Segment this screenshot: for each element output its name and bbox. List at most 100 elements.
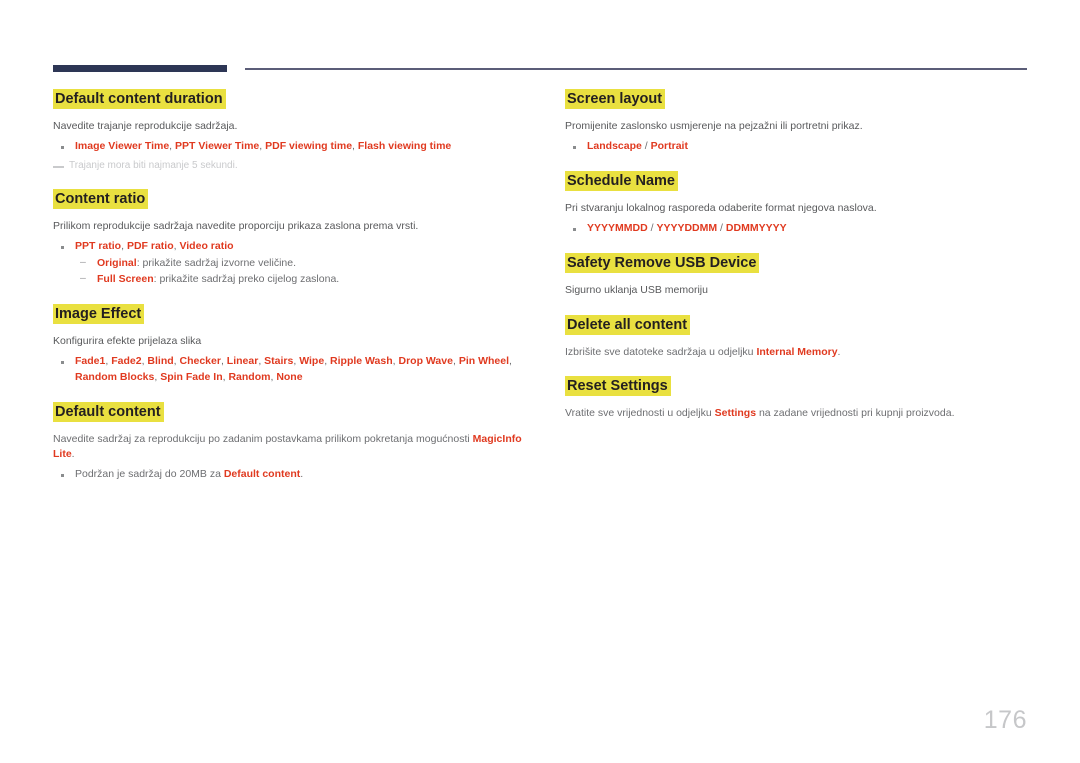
text-run: . — [837, 345, 841, 358]
keyword-term: Pin Wheel — [458, 355, 509, 368]
text-run: : prikažite sadržaj preko cijelog zaslon… — [153, 272, 340, 285]
keyword-term: Image Viewer Time — [75, 140, 170, 153]
text-run: Izbrišite sve datoteke sadržaja u odjelj… — [565, 345, 757, 358]
doc-section: Default content duration Navedite trajanj… — [53, 89, 523, 173]
text-run: / — [717, 222, 726, 235]
doc-section: Screen layout Promijenite zaslonsko usmje… — [565, 89, 1031, 155]
keyword-term: YYYYDDMM — [656, 222, 718, 235]
section-heading-highlight: Schedule Name — [565, 171, 678, 192]
keyword-term: Flash viewing time — [357, 140, 452, 153]
text-run: , — [509, 355, 512, 368]
list-item: Fade1, Fade2, Blind, Checker, Linear, St… — [53, 354, 523, 386]
keyword-term: Default content — [223, 468, 301, 481]
section-heading: Delete all content — [565, 314, 1031, 335]
section-heading-highlight: Default content — [53, 401, 164, 422]
section-heading: Content ratio — [53, 189, 523, 210]
keyword-term: Spin Fade In — [160, 370, 223, 383]
left-column: Default content duration Navedite trajanj… — [53, 89, 523, 500]
section-heading: Image Effect — [53, 303, 523, 324]
keyword-term: Drop Wave — [398, 355, 453, 368]
section-body-text: Sigurno uklanja USB memoriju — [565, 284, 708, 297]
keyword-term: PDF ratio — [126, 240, 174, 253]
text-run: : prikažite sadržaj izvorne veličine. — [136, 257, 297, 270]
doc-section: Content ratio Prilikom reprodukcije sadrž… — [53, 189, 523, 288]
list-item: Podržan je sadržaj do 20MB za Default co… — [53, 467, 523, 483]
bullet-list: Fade1, Fade2, Blind, Checker, Linear, St… — [53, 354, 523, 386]
sub-bullet-list: Original: prikažite sadržaj izvorne veli… — [75, 255, 523, 288]
section-note: Trajanje mora biti najmanje 5 sekundi. — [53, 159, 523, 173]
text-run: Vratite sve vrijednosti u odjeljku — [565, 407, 715, 419]
text-run: na zadane vrijednosti pri kupnji proizvo… — [756, 407, 955, 419]
keyword-term: YYYYMMDD — [587, 222, 648, 235]
keyword-term: Stairs — [264, 355, 294, 368]
section-heading: Default content — [53, 401, 523, 422]
section-heading-highlight: Content ratio — [53, 189, 149, 210]
doc-section: Schedule Name Pri stvaranju lokalnog rasp… — [565, 171, 1031, 237]
text-run: Navedite sadržaj za reprodukciju po zada… — [53, 432, 473, 445]
section-body-text: Vratite sve vrijednosti u odjeljku Setti… — [565, 406, 1031, 421]
doc-section: Reset Settings Vratite sve vrijednosti u … — [565, 375, 1031, 421]
page-header-rule — [0, 0, 1080, 90]
doc-section: Default content Navedite sadržaj za repro… — [53, 401, 523, 483]
right-column: Screen layout Promijenite zaslonsko usmje… — [565, 89, 1031, 438]
section-heading: Reset Settings — [565, 375, 1031, 396]
section-heading: Default content duration — [53, 89, 523, 109]
bullet-list: PPT ratio, PDF ratio, Video ratioOrigina… — [53, 239, 523, 287]
keyword-term: Random Blocks — [75, 370, 155, 383]
doc-section: Delete all content Izbrišite sve datoteke… — [565, 314, 1031, 360]
section-heading-highlight: Safety Remove USB Device — [565, 253, 760, 274]
section-body-text: Pri stvaranju lokalnog rasporeda odaberi… — [565, 202, 877, 215]
keyword-term: Video ratio — [179, 240, 234, 253]
section-heading: Schedule Name — [565, 171, 1031, 192]
doc-section: Safety Remove USB Device Sigurno uklanja … — [565, 253, 1031, 298]
list-item: PPT ratio, PDF ratio, Video ratioOrigina… — [53, 239, 523, 287]
bullet-list: Landscape / Portrait — [565, 139, 1031, 155]
section-body-text: Navedite trajanje reprodukcije sadržaja. — [53, 120, 238, 133]
list-item: YYYYMMDD / YYYYDDMM / DDMMYYYY — [565, 221, 1031, 237]
text-run: . — [300, 468, 304, 481]
keyword-term: Ripple Wash — [330, 355, 393, 368]
section-heading-highlight: Default content duration — [53, 89, 226, 109]
page-number: 176 — [983, 706, 1027, 734]
keyword-term: Original — [97, 257, 137, 270]
sub-list-item: Original: prikažite sadržaj izvorne veli… — [75, 255, 523, 272]
section-heading-highlight: Image Effect — [53, 303, 145, 324]
bullet-list: Podržan je sadržaj do 20MB za Default co… — [53, 467, 523, 483]
section-body-text: Promijenite zaslonsko usmjerenje na pejz… — [565, 120, 863, 133]
doc-section: Image Effect Konfigurira efekte prijelaza… — [53, 303, 523, 386]
keyword-term: Landscape — [587, 140, 642, 153]
keyword-term: Fade2 — [111, 355, 142, 368]
section-heading: Screen layout — [565, 89, 1031, 109]
keyword-term: Fade1 — [75, 355, 106, 368]
keyword-term: DDMMYYYY — [725, 222, 787, 235]
bullet-list: YYYYMMDD / YYYYDDMM / DDMMYYYY — [565, 221, 1031, 237]
keyword-term: PDF viewing time — [265, 140, 353, 153]
text-run: / — [641, 140, 651, 153]
keyword-term: Random — [228, 370, 271, 383]
keyword-term: None — [276, 370, 303, 383]
section-heading: Safety Remove USB Device — [565, 253, 1031, 274]
keyword-term: Blind — [147, 355, 174, 368]
section-body-text: Konfigurira efekte prijelaza slika — [53, 334, 202, 347]
section-heading-highlight: Screen layout — [565, 89, 666, 109]
keyword-term: PPT Viewer Time — [175, 140, 260, 153]
header-thin-rule — [245, 68, 1027, 70]
section-body-text: Navedite sadržaj za reprodukciju po zada… — [53, 432, 523, 462]
header-accent-bar — [53, 65, 227, 72]
text-run: Podržan je sadržaj do 20MB za — [75, 468, 224, 481]
bullet-list: Image Viewer Time, PPT Viewer Time, PDF … — [53, 139, 523, 155]
list-item: Landscape / Portrait — [565, 139, 1031, 155]
keyword-term: PPT ratio — [75, 240, 122, 253]
keyword-term: Internal Memory — [756, 345, 838, 358]
text-run: . — [71, 447, 75, 460]
keyword-term: Portrait — [650, 140, 688, 153]
keyword-term: Linear — [226, 355, 259, 368]
keyword-term: Full Screen — [97, 272, 154, 285]
section-heading-highlight: Delete all content — [565, 314, 691, 335]
list-item: Image Viewer Time, PPT Viewer Time, PDF … — [53, 139, 523, 155]
section-body-text: Izbrišite sve datoteke sadržaja u odjelj… — [565, 345, 1031, 360]
keyword-term: Settings — [714, 407, 757, 419]
section-heading-highlight: Reset Settings — [565, 375, 671, 396]
section-body-text: Prilikom reprodukcije sadržaja navedite … — [53, 220, 419, 233]
sub-list-item: Full Screen: prikažite sadržaj preko cij… — [75, 271, 523, 288]
